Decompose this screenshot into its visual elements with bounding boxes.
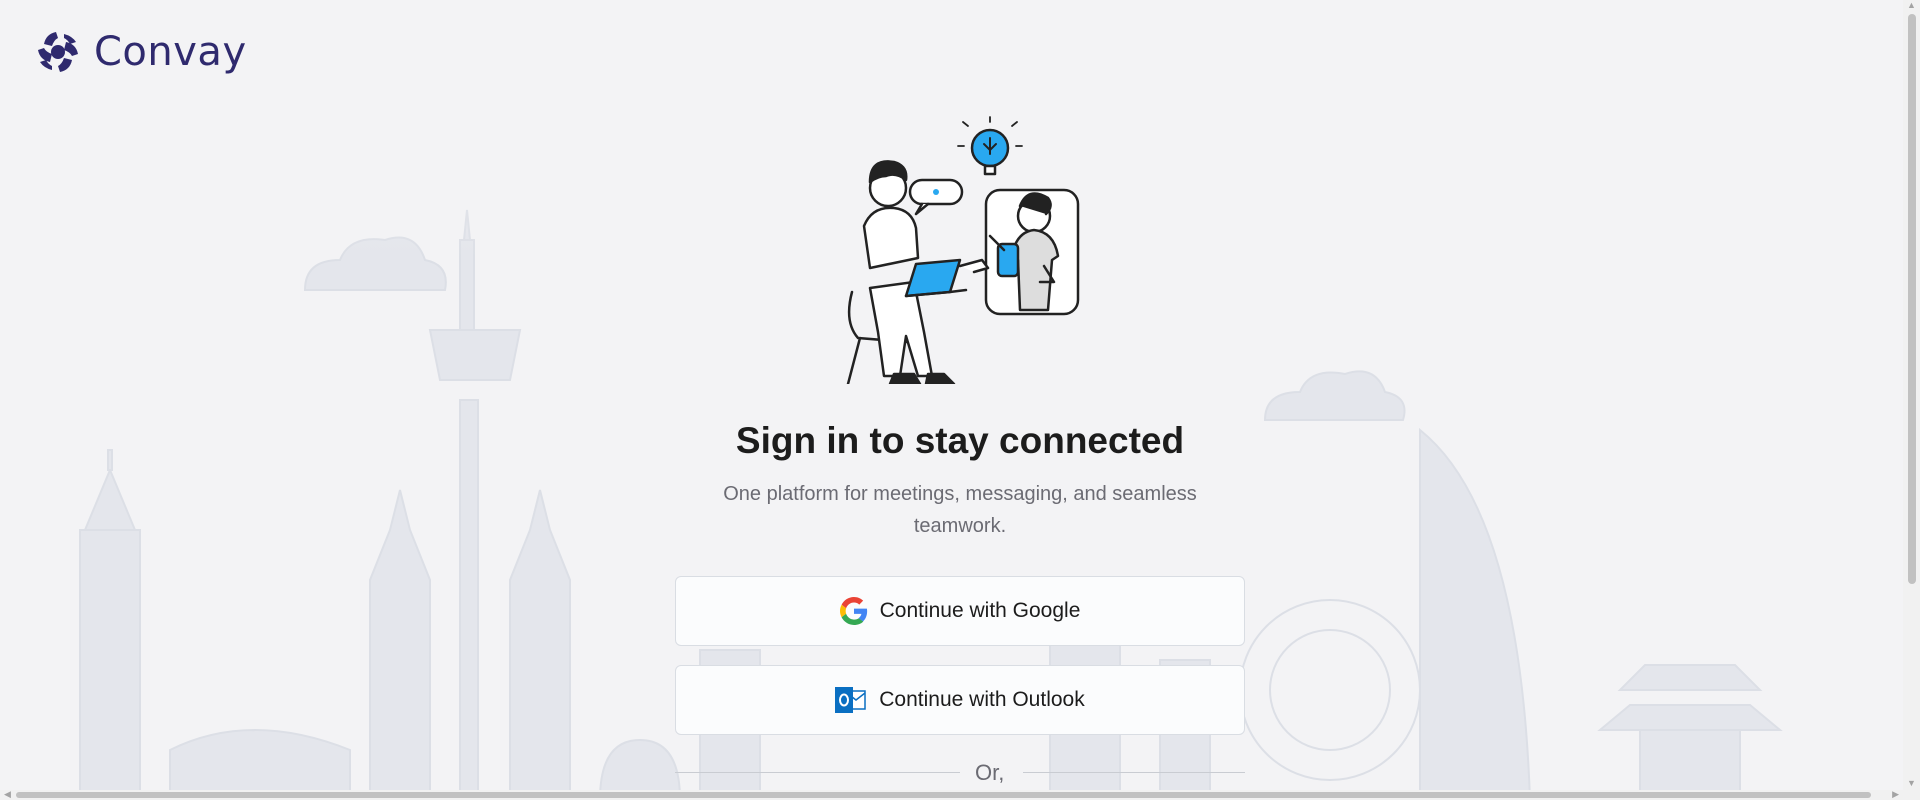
google-button-label: Continue with Google xyxy=(879,599,1081,622)
divider-line-right xyxy=(1023,772,1245,773)
brand-name: Convay xyxy=(94,29,247,75)
convay-logo-icon xyxy=(38,32,78,72)
scroll-down-arrow-icon[interactable]: ▼ xyxy=(1907,778,1916,788)
or-divider: Or, xyxy=(675,760,1245,785)
vertical-scroll-thumb[interactable] xyxy=(1908,14,1916,584)
scroll-up-arrow-icon[interactable]: ▲ xyxy=(1907,0,1916,10)
scroll-left-arrow-icon[interactable]: ◀ xyxy=(4,789,11,800)
page-title: Sign in to stay connected xyxy=(735,420,1185,461)
continue-with-google-button[interactable]: Continue with Google xyxy=(675,576,1245,646)
google-icon xyxy=(839,597,868,625)
outlook-button-label: Continue with Outlook xyxy=(879,688,1085,711)
horizontal-scrollbar[interactable]: ◀ ▶ xyxy=(0,789,1903,800)
horizontal-scroll-thumb[interactable] xyxy=(16,792,1871,798)
page-subtitle: One platform for meetings, messaging, an… xyxy=(723,483,1197,537)
outlook-icon xyxy=(835,685,867,715)
continue-with-outlook-button[interactable]: Continue with Outlook xyxy=(675,665,1245,735)
convay-logo[interactable]: Convay xyxy=(34,28,247,76)
collaboration-illustration xyxy=(846,116,1080,384)
vertical-scrollbar[interactable]: ▲ ▼ xyxy=(1903,0,1920,800)
divider-label: Or, xyxy=(975,760,1005,785)
scroll-right-arrow-icon[interactable]: ▶ xyxy=(1892,789,1899,800)
divider-line-left xyxy=(675,772,960,773)
sign-in-page: Convay Sign in to stay connected One pla… xyxy=(0,0,1920,800)
